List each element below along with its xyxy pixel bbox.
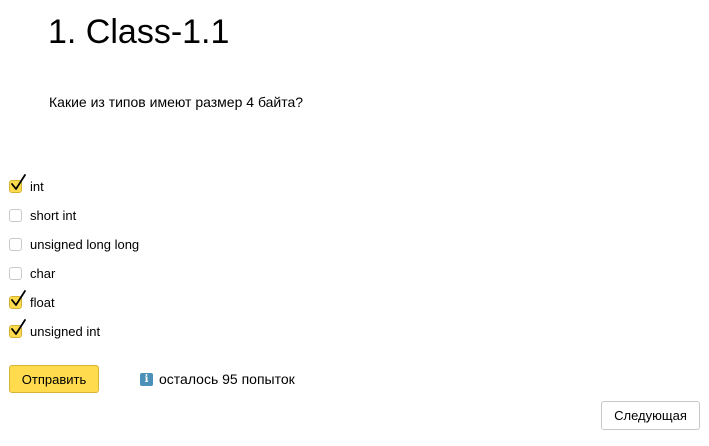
checkbox[interactable] [9,209,22,222]
option-int[interactable]: int [9,172,139,201]
checkbox[interactable] [9,267,22,280]
option-char[interactable]: char [9,259,139,288]
submit-button[interactable]: Отправить [9,365,99,393]
checkmark-icon [11,319,26,335]
next-button[interactable]: Следующая [601,401,700,430]
question-text: Какие из типов имеют размер 4 байта? [49,94,304,110]
checkbox-checked[interactable] [9,319,26,338]
option-label: char [30,265,56,281]
checkbox-checked[interactable] [9,290,26,309]
option-unsigned-int[interactable]: unsigned int [9,317,139,346]
option-label: unsigned int [30,323,101,339]
checkbox[interactable] [9,238,22,251]
page-title: 1. Class-1.1 [48,13,230,51]
option-label: short int [30,207,77,223]
checkmark-icon [11,290,26,306]
info-icon: i [140,372,153,386]
option-label: float [30,294,55,310]
answer-options: int short int unsigned long long char fl… [9,172,139,346]
checkbox-checked[interactable] [9,174,26,193]
option-unsigned-long-long[interactable]: unsigned long long [9,230,139,259]
option-label: int [30,178,44,194]
attempts-remaining: i осталось 95 попыток [140,370,295,388]
checkmark-icon [11,174,26,190]
option-short-int[interactable]: short int [9,201,139,230]
option-float[interactable]: float [9,288,139,317]
attempts-text: осталось 95 попыток [159,371,295,387]
option-label: unsigned long long [30,236,140,252]
